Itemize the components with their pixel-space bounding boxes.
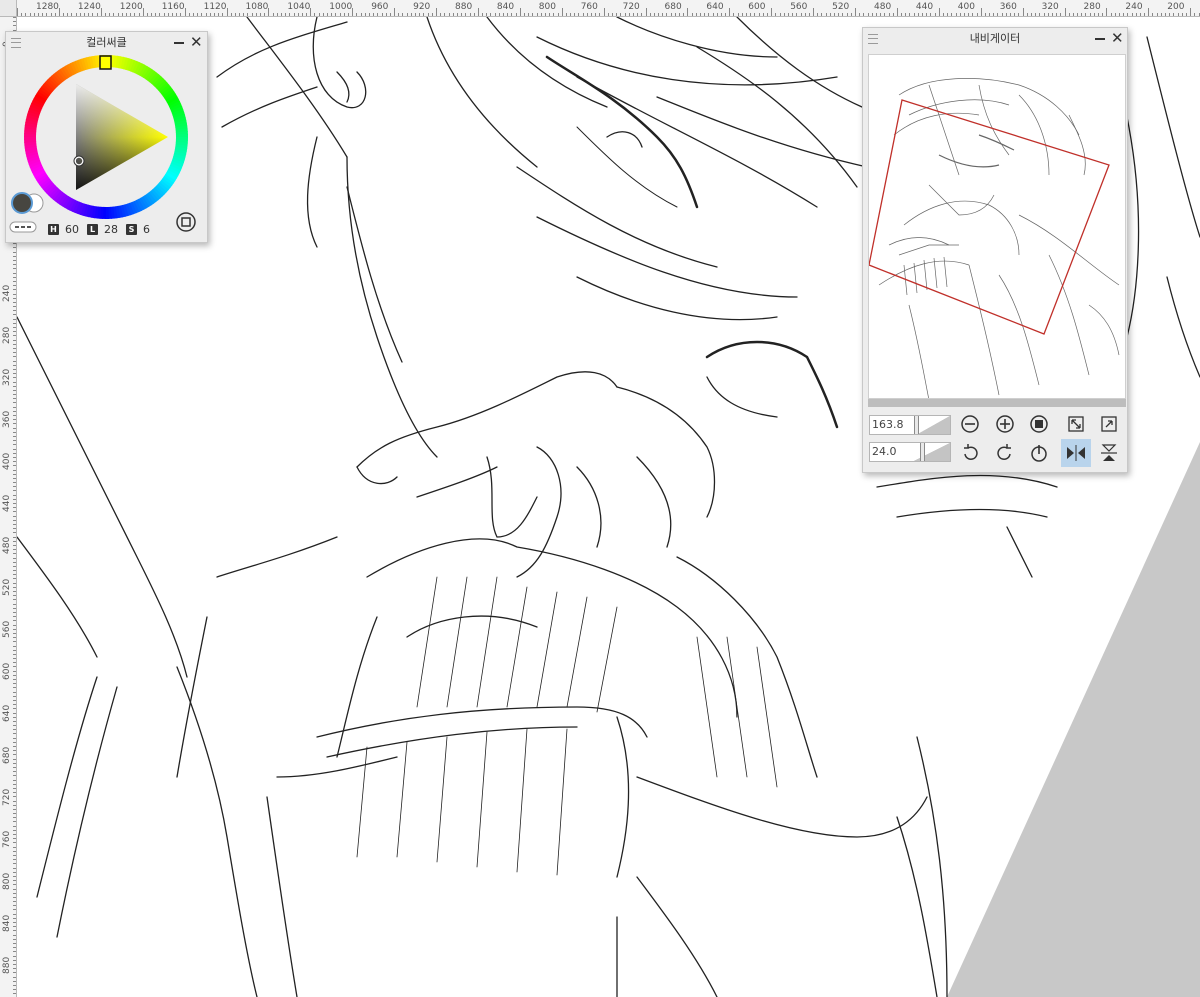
ruler-left-label: 520	[2, 578, 12, 596]
reset-rotation-icon	[1031, 445, 1047, 462]
ruler-top-label: 1120	[203, 2, 227, 12]
ruler-left-label: 840	[2, 914, 12, 932]
ruler-top-label: 680	[664, 2, 682, 12]
hls-readout: H 60 L 28 S 6	[48, 222, 158, 236]
navigator-view-frame[interactable]	[869, 99, 1110, 335]
ruler-top-label: 1040	[287, 2, 311, 12]
rotate-left-button[interactable]	[958, 441, 982, 465]
navigator-title-bar[interactable]: 내비게이터 ✕	[863, 28, 1127, 50]
zoom-slider-thumb[interactable]	[914, 416, 919, 434]
ruler-left-label: 760	[2, 830, 12, 848]
ruler-top-label: 800	[538, 2, 556, 12]
fit-screen-button[interactable]	[1064, 412, 1088, 436]
ruler-top-label: 280	[1083, 2, 1101, 12]
flip-horizontal-icon	[1067, 445, 1085, 461]
saturation-key: S	[126, 223, 137, 235]
ruler-top-label: 1000	[329, 2, 353, 12]
zoom-in-button[interactable]	[993, 412, 1017, 436]
flip-vertical-button[interactable]	[1097, 441, 1121, 465]
palette-menu-icon[interactable]	[868, 34, 878, 44]
actual-size-icon	[1030, 415, 1048, 433]
ruler-top[interactable]: 1280 1240 1200 1160 1120 1080 1040 1000 960 920 88…	[0, 0, 1200, 17]
color-circle-palette[interactable]: 컬러써클 ✕ H 60 L 28 S 6	[5, 31, 208, 243]
lightness-key: L	[87, 223, 98, 235]
ruler-left-label: 440	[2, 494, 12, 512]
ruler-corner	[0, 0, 17, 17]
ruler-top-label: 920	[413, 2, 431, 12]
actual-size-button[interactable]	[1027, 412, 1051, 436]
ruler-top-label: 880	[455, 2, 473, 12]
rotation-slider[interactable]: 24.0	[869, 442, 951, 462]
ruler-left-label: 240	[2, 284, 12, 302]
zoom-in-icon	[996, 415, 1014, 433]
ruler-left-label: 320	[2, 368, 12, 386]
ruler-left-label: 880	[2, 956, 12, 974]
ruler-top-label: 1160	[161, 2, 185, 12]
ruler-left-label: 720	[2, 788, 12, 806]
ruler-top-label: 200	[1167, 2, 1185, 12]
ruler-top-label: 840	[496, 2, 515, 12]
lightness-value: 28	[104, 222, 118, 236]
rotation-slider-thumb[interactable]	[919, 443, 925, 461]
color-wheel[interactable]	[6, 32, 209, 244]
ruler-top-label: 760	[580, 2, 598, 12]
ruler-top-label: 960	[371, 2, 389, 12]
ruler-left-label: 400	[2, 452, 12, 470]
close-icon[interactable]: ✕	[1111, 30, 1124, 46]
ruler-left-label: 280	[2, 326, 12, 344]
hue-picker-handle[interactable]	[99, 55, 112, 70]
fit-screen-icon	[1068, 416, 1084, 432]
ruler-top-label: 440	[915, 2, 934, 12]
fit-width-button[interactable]	[1097, 412, 1121, 436]
gray-background-shape	[947, 442, 1200, 997]
ruler-left-label: 480	[2, 536, 12, 554]
rotate-left-icon	[964, 444, 978, 460]
ruler-top-label: 320	[1041, 2, 1059, 12]
rotate-right-button[interactable]	[993, 441, 1017, 465]
saturation-value: 6	[143, 222, 150, 236]
ruler-top-label: 560	[790, 2, 808, 12]
ruler-left-label: 680	[2, 746, 12, 764]
navigator-title: 내비게이터	[969, 32, 1021, 45]
expand-icon	[1101, 416, 1117, 432]
minimize-icon[interactable]	[1095, 38, 1105, 40]
flip-vertical-icon	[1101, 444, 1117, 461]
ruler-left-label: 800	[2, 872, 12, 890]
navigator-scroll-strip	[868, 399, 1126, 407]
ruler-top-label: 1200	[119, 2, 143, 12]
ruler-top-label: 600	[748, 2, 766, 12]
zoom-out-button[interactable]	[958, 412, 982, 436]
ruler-top-label: 360	[999, 2, 1017, 12]
ruler-left-label: 560	[2, 620, 12, 638]
ruler-top-label: 480	[874, 2, 892, 12]
hue-key: H	[48, 223, 59, 235]
ruler-top-label: 400	[957, 2, 975, 12]
ruler-left-label: 640	[2, 704, 12, 722]
ruler-top-label: 1080	[245, 2, 269, 12]
hue-value: 60	[65, 222, 79, 236]
rotate-right-icon	[997, 444, 1011, 460]
navigator-preview[interactable]	[868, 54, 1126, 399]
ruler-top-label: 640	[706, 2, 724, 12]
main-color-swatch[interactable]	[11, 192, 33, 214]
ruler-top-label: 520	[832, 2, 850, 12]
zoom-slider[interactable]: 163.8	[869, 415, 951, 435]
navigator-thumbnail	[869, 78, 1120, 398]
navigator-palette[interactable]: 내비게이터 ✕ 163.8 24.0	[862, 27, 1128, 473]
zoom-value: 163.8	[872, 418, 904, 431]
ruler-top-label: 240	[1125, 2, 1143, 12]
ruler-left-label: 360	[2, 410, 12, 428]
ruler-top-label: 1240	[77, 2, 101, 12]
ruler-top-label: 1280	[36, 2, 59, 12]
rotation-value: 24.0	[872, 445, 897, 458]
flip-horizontal-button[interactable]	[1061, 439, 1091, 467]
color-space-toggle-icon[interactable]	[176, 212, 196, 232]
ruler-left-label: 600	[2, 662, 12, 680]
reset-rotation-button[interactable]	[1027, 441, 1051, 465]
zoom-out-icon	[961, 415, 979, 433]
ruler-top-label: 720	[622, 2, 640, 12]
